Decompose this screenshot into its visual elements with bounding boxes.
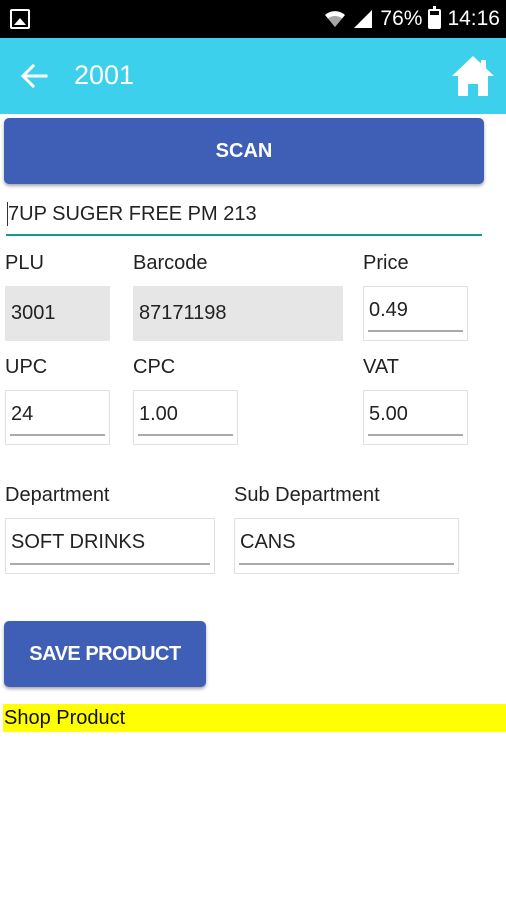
battery-icon — [428, 6, 442, 29]
status-bar-right: 76% 14:16 — [324, 0, 500, 38]
price-label: Price — [363, 252, 409, 274]
back-arrow-icon[interactable] — [18, 58, 52, 94]
signal-icon — [354, 10, 373, 28]
battery-percent: 76% — [380, 7, 423, 30]
app-bar: 2001 — [0, 38, 506, 114]
plu-label: PLU — [5, 252, 44, 274]
vat-label: VAT — [363, 356, 399, 378]
wifi-icon — [325, 11, 346, 27]
cpc-value: 1.00 — [139, 403, 178, 425]
page-title: 2001 — [74, 60, 135, 90]
sub-department-value: CANS — [240, 531, 296, 553]
barcode-field: 87171198 — [133, 286, 343, 341]
department-value: SOFT DRINKS — [11, 531, 146, 553]
product-name-input[interactable]: 7UP SUGER FREE PM 213 — [6, 192, 482, 236]
cpc-underline — [138, 434, 233, 436]
upc-label: UPC — [5, 356, 48, 378]
upc-underline — [10, 434, 105, 436]
cpc-label: CPC — [133, 356, 176, 378]
vat-input[interactable]: 5.00 — [363, 390, 468, 445]
status-bar: 76% 14:16 — [0, 0, 506, 38]
sub-department-select[interactable]: CANS — [234, 518, 459, 574]
upc-value: 24 — [11, 403, 34, 425]
save-product-button[interactable]: SAVE PRODUCT — [4, 621, 206, 687]
sub-department-underline — [239, 563, 454, 565]
scan-button[interactable]: SCAN — [4, 118, 484, 184]
cpc-input[interactable]: 1.00 — [133, 390, 238, 445]
plu-field: 3001 — [5, 286, 110, 341]
sub-department-label: Sub Department — [234, 484, 380, 506]
home-icon[interactable] — [450, 54, 496, 98]
department-underline — [10, 563, 210, 565]
department-select[interactable]: SOFT DRINKS — [5, 518, 215, 574]
barcode-label: Barcode — [133, 252, 208, 274]
price-input[interactable]: 0.49 — [363, 286, 468, 341]
gallery-icon — [10, 9, 30, 29]
department-label: Department — [5, 484, 110, 506]
upc-input[interactable]: 24 — [5, 390, 110, 445]
clock: 14:16 — [447, 7, 500, 30]
price-underline — [368, 330, 463, 332]
shop-product-banner: Shop Product — [3, 704, 506, 732]
price-value: 0.49 — [369, 299, 408, 321]
vat-underline — [368, 434, 463, 436]
vat-value: 5.00 — [369, 403, 408, 425]
